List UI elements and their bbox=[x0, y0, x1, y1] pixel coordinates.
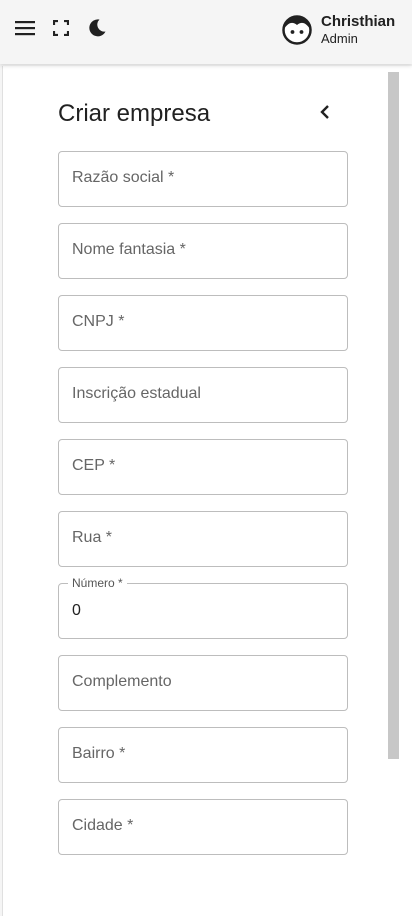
razao-social-input[interactable] bbox=[59, 152, 347, 206]
rua-input[interactable] bbox=[59, 512, 347, 566]
inscricao-estadual-input[interactable] bbox=[59, 368, 347, 422]
numero-input[interactable] bbox=[59, 584, 347, 638]
numero-field[interactable]: Número * bbox=[58, 576, 348, 639]
rua-field[interactable]: Rua * bbox=[58, 511, 348, 567]
complemento-input[interactable] bbox=[59, 656, 347, 710]
moon-icon bbox=[89, 19, 106, 37]
inscricao-estadual-field[interactable]: Inscrição estadual bbox=[58, 367, 348, 423]
complemento-field[interactable]: Complemento bbox=[58, 655, 348, 711]
fullscreen-icon bbox=[53, 20, 69, 36]
user-role: Admin bbox=[321, 31, 358, 46]
dark-mode-button[interactable] bbox=[77, 8, 117, 48]
user-menu[interactable]: Christhian Admin bbox=[282, 10, 395, 50]
app-bar: Christhian Admin bbox=[0, 0, 412, 64]
scrollbar[interactable] bbox=[388, 72, 399, 759]
bairro-field[interactable]: Bairro * bbox=[58, 727, 348, 783]
razao-social-field[interactable]: Razão social * bbox=[58, 151, 348, 207]
bairro-input[interactable] bbox=[59, 728, 347, 782]
avatar-icon bbox=[282, 15, 312, 45]
page-title: Criar empresa bbox=[58, 100, 211, 127]
cidade-field[interactable]: Cidade * bbox=[58, 799, 348, 855]
back-button[interactable] bbox=[309, 96, 341, 128]
cep-field[interactable]: CEP * bbox=[58, 439, 348, 495]
form-card: Criar empresa Razão social * Nome fantas… bbox=[2, 66, 412, 916]
chevron-left-icon bbox=[320, 105, 329, 119]
main-content: Criar empresa Razão social * Nome fantas… bbox=[0, 64, 412, 916]
cnpj-input[interactable] bbox=[59, 296, 347, 350]
nome-fantasia-field[interactable]: Nome fantasia * bbox=[58, 223, 348, 279]
menu-button[interactable] bbox=[5, 8, 45, 48]
menu-icon bbox=[15, 21, 35, 36]
user-name: Christhian bbox=[321, 13, 396, 30]
nome-fantasia-input[interactable] bbox=[59, 224, 347, 278]
user-info: Christhian Admin bbox=[321, 13, 395, 47]
cidade-input[interactable] bbox=[59, 800, 347, 854]
cep-input[interactable] bbox=[59, 440, 347, 494]
cnpj-field[interactable]: CNPJ * bbox=[58, 295, 348, 351]
fullscreen-button[interactable] bbox=[41, 8, 81, 48]
